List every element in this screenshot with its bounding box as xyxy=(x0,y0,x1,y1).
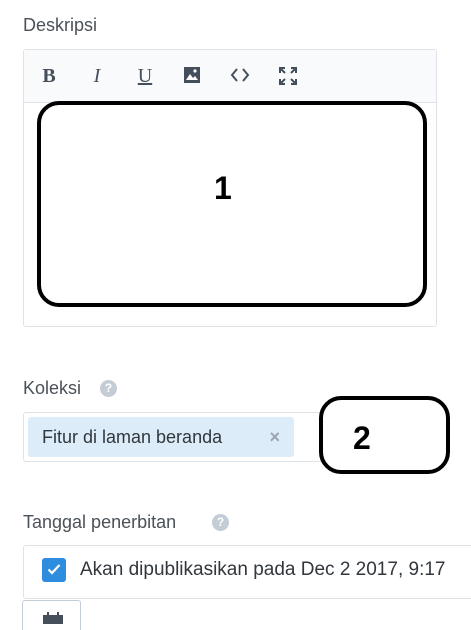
fullscreen-icon xyxy=(275,66,301,86)
bold-button[interactable]: B xyxy=(36,64,62,88)
collection-tag-label: Fitur di laman beranda xyxy=(42,427,223,447)
code-icon xyxy=(227,66,253,84)
image-icon xyxy=(179,66,205,84)
remove-tag-icon[interactable]: × xyxy=(269,417,280,457)
collection-label: Koleksi xyxy=(23,378,82,398)
question-circle-icon[interactable]: ? xyxy=(212,514,229,531)
annotation-box-1 xyxy=(37,101,427,307)
fullscreen-button[interactable] xyxy=(275,64,301,88)
publish-date-text: Akan dipublikasikan pada Dec 2 2017, 9:1… xyxy=(80,559,446,580)
insert-image-button[interactable] xyxy=(179,64,205,88)
publish-date-field: Akan dipublikasikan pada Dec 2 2017, 9:1… xyxy=(23,545,471,599)
editor-toolbar: B I U xyxy=(24,50,436,103)
calendar-button[interactable] xyxy=(22,600,81,630)
html-code-button[interactable] xyxy=(227,64,253,88)
publish-date-label: Tanggal penerbitan xyxy=(23,512,177,532)
italic-button[interactable]: I xyxy=(84,64,110,88)
collection-tag: Fitur di laman beranda × xyxy=(28,417,294,457)
annotation-number-2: 2 xyxy=(353,420,371,456)
description-label: Deskripsi xyxy=(23,15,98,35)
annotation-box-2 xyxy=(319,396,450,474)
publish-checkbox[interactable] xyxy=(42,558,66,582)
question-circle-icon[interactable]: ? xyxy=(100,380,117,397)
annotation-number-1: 1 xyxy=(214,170,232,206)
underline-button[interactable]: U xyxy=(132,64,158,88)
